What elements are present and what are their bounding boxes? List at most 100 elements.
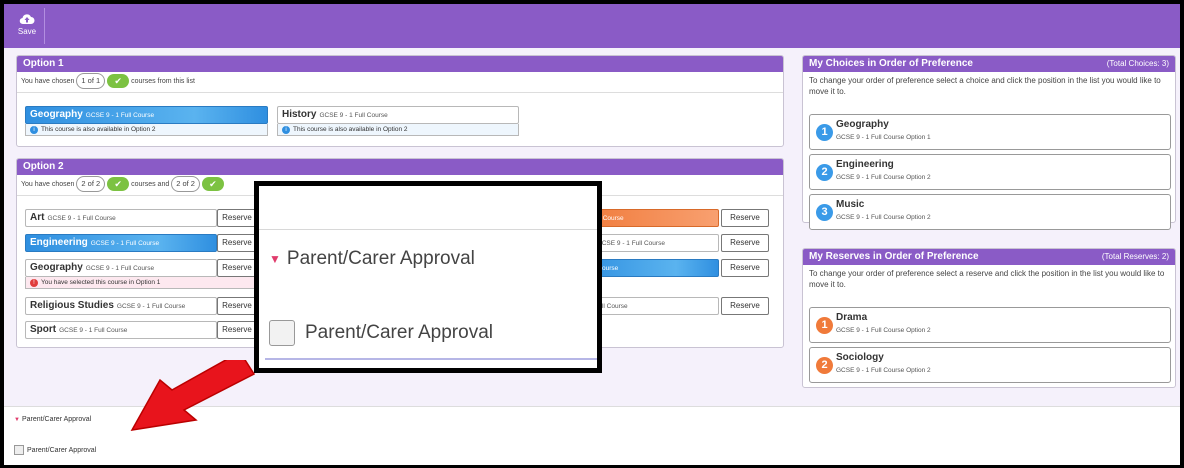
choice-sub: GCSE 9 - 1 Full Course Option 1	[836, 134, 931, 141]
choice-name: Engineering	[836, 159, 894, 170]
save-label: Save	[17, 27, 37, 36]
reserve-button[interactable]: Reserve	[721, 209, 769, 227]
course-geography[interactable]: Geography GCSE 9 - 1 Full Course	[25, 106, 268, 124]
reserve-button[interactable]: Reserve	[721, 234, 769, 252]
chosen-prefix: You have chosen	[21, 181, 75, 188]
choice-name: Geography	[836, 119, 889, 130]
zoom-callout: ▼ Parent/Carer Approval Parent/Carer Appr…	[254, 181, 602, 373]
reserve-name: Sociology	[836, 352, 884, 363]
course-art[interactable]: Art GCSE 9 - 1 Full Course	[25, 209, 217, 227]
chosen-mid: courses and	[131, 181, 170, 188]
option2-header: Option 2	[17, 159, 783, 175]
option1-chosen-row: You have chosen 1 of 1 ✔ courses from th…	[17, 72, 783, 93]
choices-description: To change your order of preference selec…	[809, 76, 1161, 96]
reserve-button[interactable]: Reserve	[721, 297, 769, 315]
approval-checkbox-text: Parent/Carer Approval	[27, 446, 97, 454]
required-marker-icon: ▼	[269, 251, 281, 266]
reserves-title: My Reserves in Order of Preference	[809, 251, 979, 262]
checkbox-icon[interactable]	[269, 320, 295, 346]
course-sub: GCSE 9 - 1 Full Course	[85, 112, 155, 119]
cloud-save-icon	[19, 14, 35, 25]
toolbar-divider	[44, 8, 45, 44]
chosen-prefix: You have chosen	[21, 78, 75, 85]
reserves-panel: My Reserves in Order of Preference (Tota…	[802, 248, 1176, 388]
choice-item-music[interactable]: 3 Music GCSE 9 - 1 Full Course Option 2	[809, 194, 1171, 230]
choice-sub: GCSE 9 - 1 Full Course Option 2	[836, 174, 931, 181]
chosen-counter: 2 of 2	[76, 176, 106, 193]
rank-badge: 2	[816, 357, 833, 374]
course-sub: GCSE 9 - 1 Full Course	[90, 240, 160, 247]
option1-header: Option 1	[17, 56, 783, 72]
reserve-button[interactable]: Reserve	[217, 321, 257, 339]
choices-header: My Choices in Order of Preference (Total…	[803, 56, 1175, 72]
reserves-total: (Total Reserves: 2)	[1101, 252, 1169, 261]
reserves-header: My Reserves in Order of Preference (Tota…	[803, 249, 1175, 265]
course-engineering[interactable]: Engineering GCSE 9 - 1 Full Course	[25, 234, 217, 252]
course-name: Geography	[30, 262, 83, 273]
course-name: Geography	[30, 109, 83, 120]
course-history[interactable]: History GCSE 9 - 1 Full Course	[277, 106, 519, 124]
choice-item-engineering[interactable]: 2 Engineering GCSE 9 - 1 Full Course Opt…	[809, 154, 1171, 190]
reserves-description: To change your order of preference selec…	[809, 269, 1165, 289]
approval-label-text: Parent/Carer Approval	[21, 416, 92, 423]
choices-title: My Choices in Order of Preference	[809, 58, 973, 69]
choice-item-geography[interactable]: 1 Geography GCSE 9 - 1 Full Course Optio…	[809, 114, 1171, 150]
course-sub: GCSE 9 - 1 Full Course	[116, 303, 186, 310]
reserve-counter: 2 of 2	[171, 176, 200, 193]
save-button[interactable]: Save	[12, 10, 42, 44]
course-note: i This course is also available in Option…	[277, 124, 519, 136]
choices-panel: My Choices in Order of Preference (Total…	[802, 55, 1176, 230]
reserve-sub: GCSE 9 - 1 Full Course Option 2	[836, 327, 931, 334]
info-icon: i	[282, 126, 290, 134]
reserve-sub: GCSE 9 - 1 Full Course Option 2	[836, 367, 931, 374]
red-arrow-icon	[130, 360, 256, 431]
reserve-name: Drama	[836, 312, 868, 323]
course-name: History	[282, 109, 317, 120]
choices-total: (Total Choices: 3)	[1106, 59, 1169, 68]
course-note: i This course is also available in Option…	[25, 124, 268, 136]
chosen-counter: 1 of 1	[76, 73, 106, 90]
toolbar: Save	[4, 4, 1180, 48]
note-text: This course is also available in Option …	[293, 126, 408, 133]
rank-badge: 2	[816, 164, 833, 181]
divider	[259, 229, 597, 230]
reserve-item-drama[interactable]: 1 Drama GCSE 9 - 1 Full Course Option 2	[809, 307, 1171, 343]
warning-icon: !	[30, 279, 38, 287]
zoom-checkbox-text: Parent/Carer Approval	[305, 322, 493, 344]
rank-badge: 1	[816, 317, 833, 334]
option1-panel: Option 1 You have chosen 1 of 1 ✔ course…	[16, 55, 784, 147]
chosen-suffix: courses from this list	[131, 78, 195, 85]
rank-badge: 1	[816, 124, 833, 141]
check-icon: ✔	[107, 74, 130, 89]
course-sub: GCSE 9 - 1 Full Course	[596, 240, 665, 247]
zoom-approval-checkbox[interactable]: Parent/Carer Approval	[269, 320, 493, 346]
input-underline	[265, 358, 597, 360]
course-religious-studies[interactable]: Religious Studies GCSE 9 - 1 Full Course	[25, 297, 217, 315]
zoom-approval-label: ▼ Parent/Carer Approval	[269, 248, 475, 270]
zoom-label-text: Parent/Carer Approval	[286, 248, 475, 269]
course-name: Engineering	[30, 237, 88, 248]
course-sub: GCSE 9 - 1 Full Course	[85, 265, 155, 272]
reserve-item-sociology[interactable]: 2 Sociology GCSE 9 - 1 Full Course Optio…	[809, 347, 1171, 383]
note-text: You have selected this course in Option …	[41, 279, 161, 286]
reserve-button[interactable]: Reserve	[217, 259, 257, 277]
course-geography[interactable]: Geography GCSE 9 - 1 Full Course	[25, 259, 217, 277]
course-sport[interactable]: Sport GCSE 9 - 1 Full Course	[25, 321, 217, 339]
checkbox-icon[interactable]	[14, 445, 24, 455]
check-icon: ✔	[201, 177, 224, 192]
rank-badge: 3	[816, 204, 833, 221]
info-icon: i	[30, 126, 38, 134]
course-sub: GCSE 9 - 1 Full Course	[319, 112, 388, 119]
choice-name: Music	[836, 199, 865, 210]
course-sub: GCSE 9 - 1 Full Course	[47, 215, 116, 222]
course-warning: ! You have selected this course in Option…	[25, 277, 257, 289]
reserve-button[interactable]: Reserve	[217, 234, 257, 252]
choice-sub: GCSE 9 - 1 Full Course Option 2	[836, 214, 931, 221]
approval-checkbox[interactable]: Parent/Carer Approval	[14, 445, 96, 455]
reserve-button[interactable]: Reserve	[721, 259, 769, 277]
required-marker-icon: ▼	[14, 417, 20, 423]
reserve-button[interactable]: Reserve	[217, 297, 257, 315]
course-name: Art	[30, 212, 45, 223]
course-name: Sport	[30, 324, 57, 335]
reserve-button[interactable]: Reserve	[217, 209, 257, 227]
